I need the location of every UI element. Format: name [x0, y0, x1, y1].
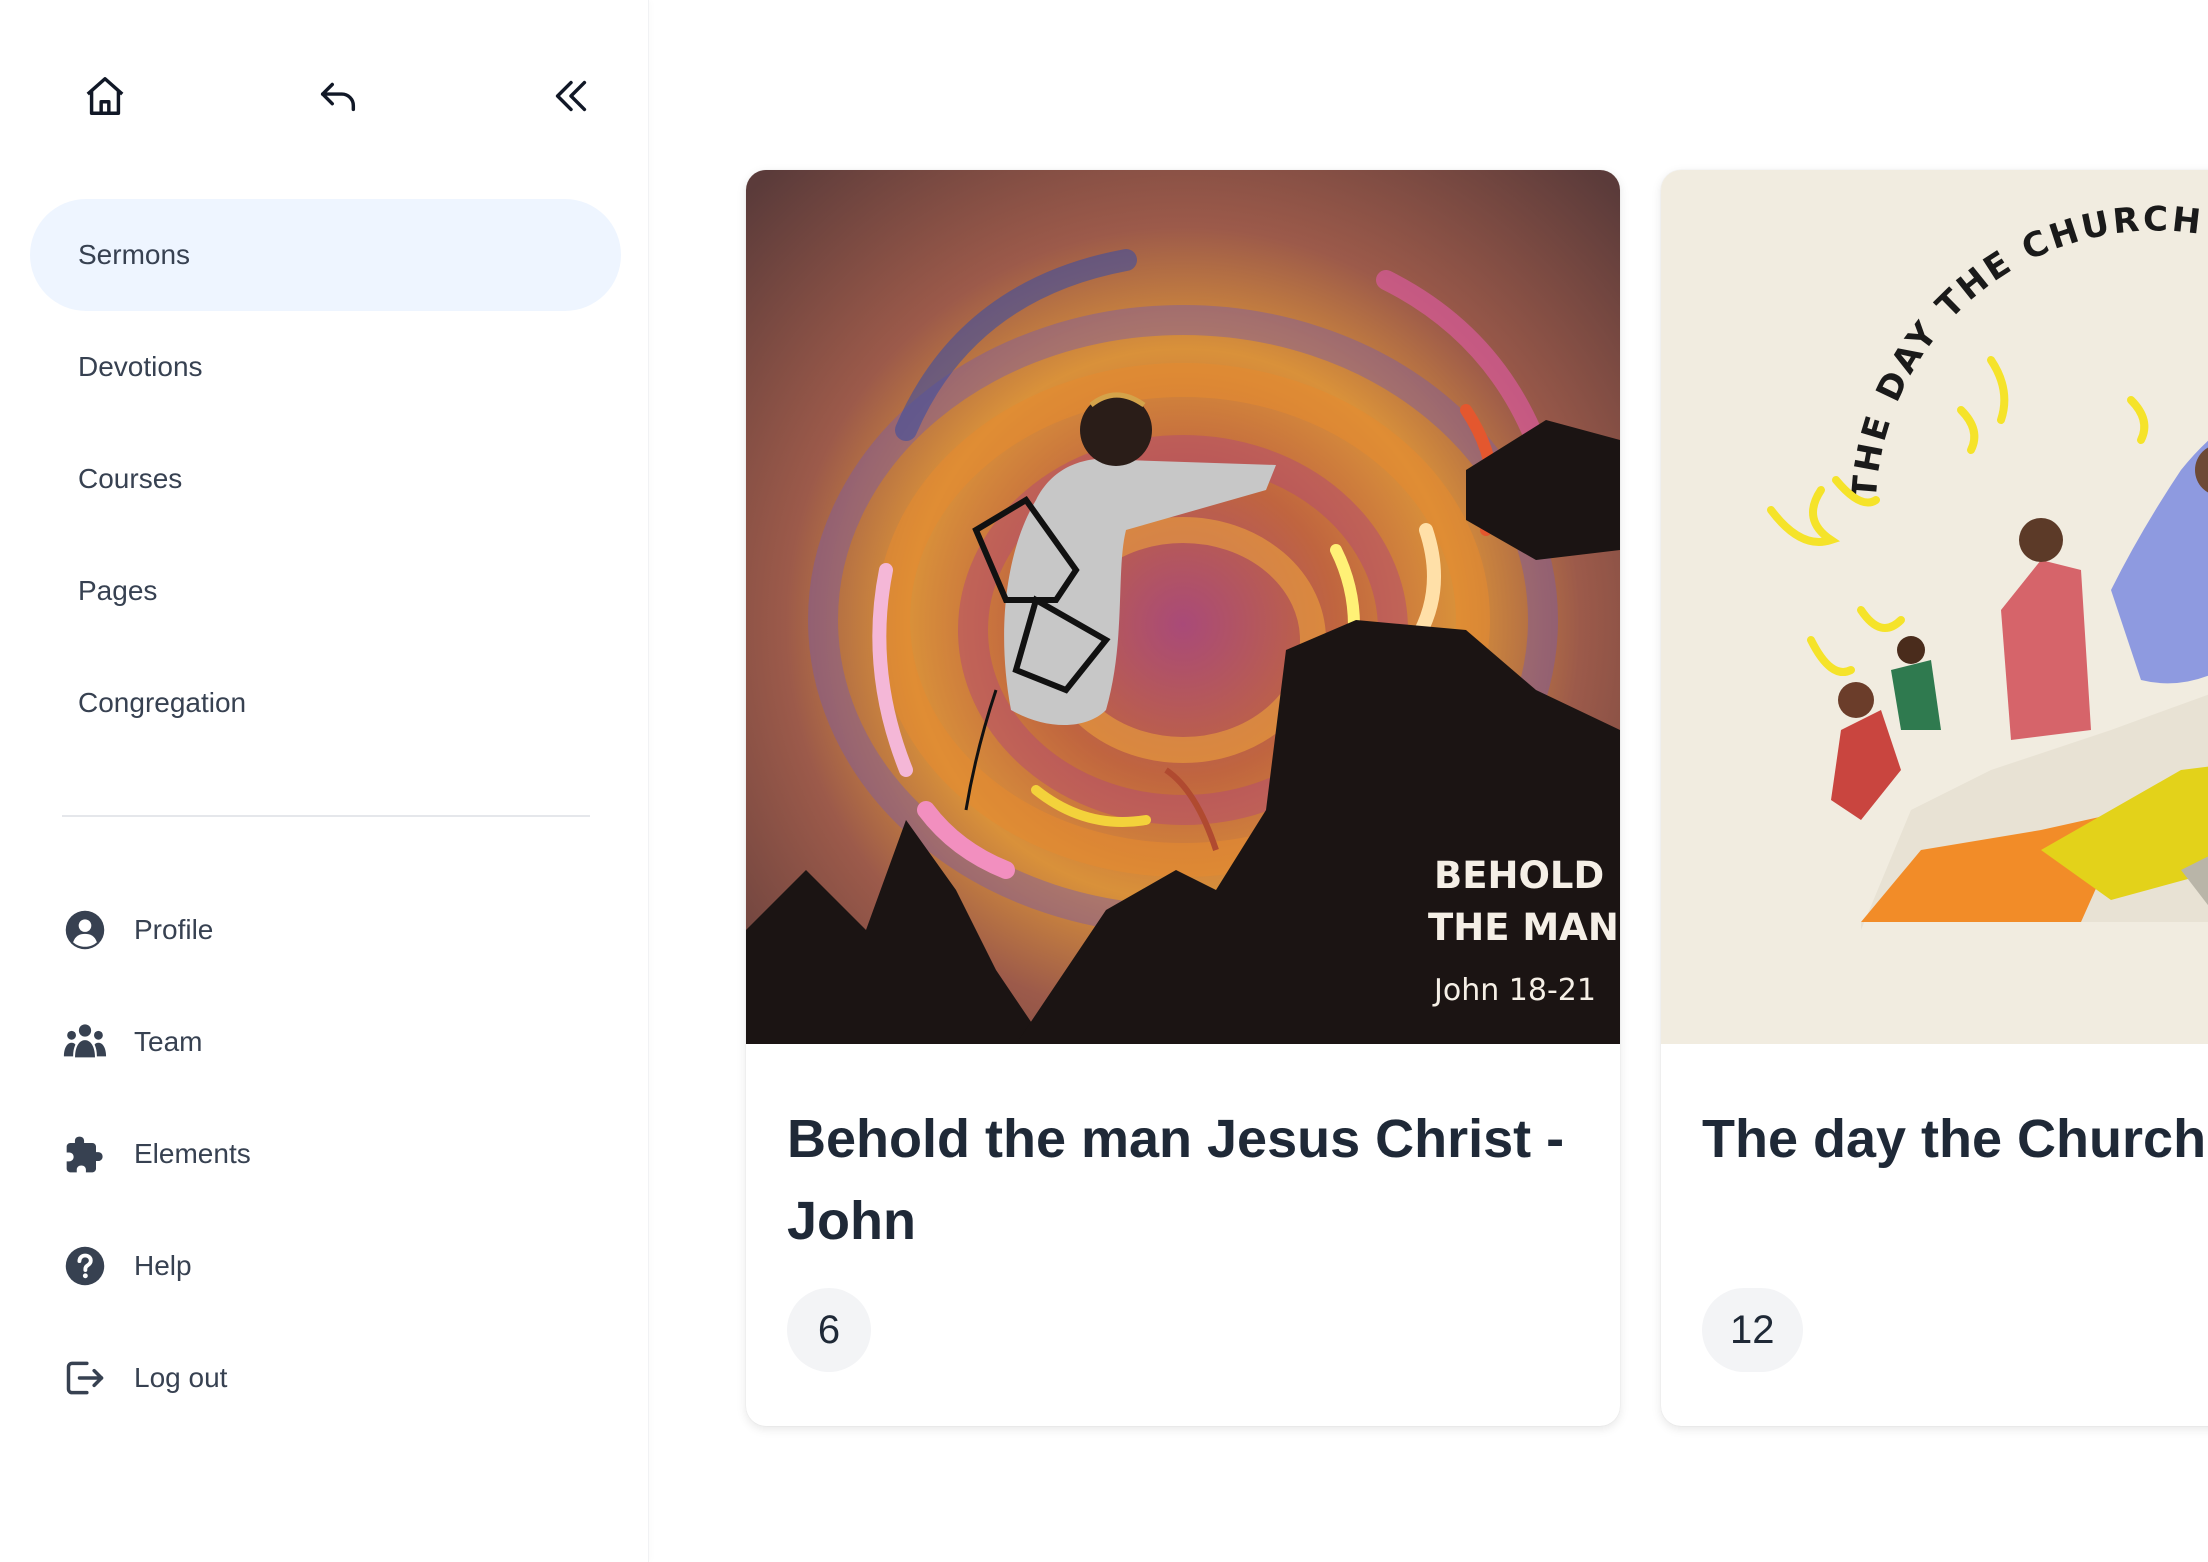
sidebar-item-congregation[interactable]: Congregation [30, 647, 621, 759]
main-content: BEHOLD THE MAN John 18-21 Behold the man… [648, 0, 2208, 1562]
sidebar-item-label: Congregation [78, 687, 247, 718]
menu-item-label: Help [134, 1250, 192, 1281]
cover-lettering: John 18-21 [1432, 973, 1596, 1008]
sidebar-item-sermons[interactable]: Sermons [30, 199, 621, 311]
menu-item-help[interactable]: Help [60, 1210, 620, 1322]
sidebar: Sermons Devotions Courses Pages Congrega… [0, 0, 649, 1562]
users-icon [60, 1017, 110, 1067]
menu-item-label: Team [134, 1026, 203, 1057]
cover-lettering: THE MAN [1428, 906, 1619, 949]
sermon-cover-image: THE DAY THE CHURCH [1661, 170, 2208, 1044]
sermon-card[interactable]: THE DAY THE CHURCH The day the Church 12 [1661, 170, 2208, 1426]
help-circle-icon [60, 1241, 110, 1291]
sidebar-item-label: Pages [78, 575, 158, 606]
sermon-count-badge: 12 [1702, 1288, 1803, 1372]
puzzle-icon [60, 1129, 110, 1179]
sidebar-item-label: Courses [78, 463, 183, 494]
menu-item-label: Profile [134, 914, 214, 945]
sermon-cover-image: BEHOLD THE MAN John 18-21 [746, 170, 1620, 1044]
sidebar-item-label: Devotions [78, 351, 203, 382]
sidebar-item-label: Sermons [78, 239, 191, 270]
sidebar-divider [62, 815, 590, 817]
home-icon[interactable] [79, 70, 131, 122]
menu-item-label: Elements [134, 1138, 251, 1169]
cover-lettering: BEHOLD [1434, 854, 1604, 897]
sidebar-item-courses[interactable]: Courses [30, 423, 621, 535]
sidebar-top-icons [0, 70, 648, 122]
sidebar-account-menu: Profile Team Elements Help Log out [60, 874, 620, 1434]
card-title: Behold the man Jesus Christ - John [787, 1109, 1565, 1251]
sermon-count-badge: 6 [787, 1288, 871, 1372]
menu-item-logout[interactable]: Log out [60, 1322, 620, 1434]
sidebar-item-pages[interactable]: Pages [30, 535, 621, 647]
menu-item-elements[interactable]: Elements [60, 1098, 620, 1210]
menu-item-team[interactable]: Team [60, 986, 620, 1098]
sidebar-item-devotions[interactable]: Devotions [30, 311, 621, 423]
back-arrow-icon[interactable] [312, 70, 364, 122]
user-circle-icon [60, 905, 110, 955]
card-title: The day the Church Acts [1702, 1109, 2208, 1169]
sermon-card[interactable]: BEHOLD THE MAN John 18-21 Behold the man… [746, 170, 1620, 1426]
menu-item-profile[interactable]: Profile [60, 874, 620, 986]
collapse-icon[interactable] [545, 70, 597, 122]
logout-icon [60, 1353, 110, 1403]
menu-item-label: Log out [134, 1362, 228, 1393]
sidebar-nav: Sermons Devotions Courses Pages Congrega… [30, 199, 621, 759]
